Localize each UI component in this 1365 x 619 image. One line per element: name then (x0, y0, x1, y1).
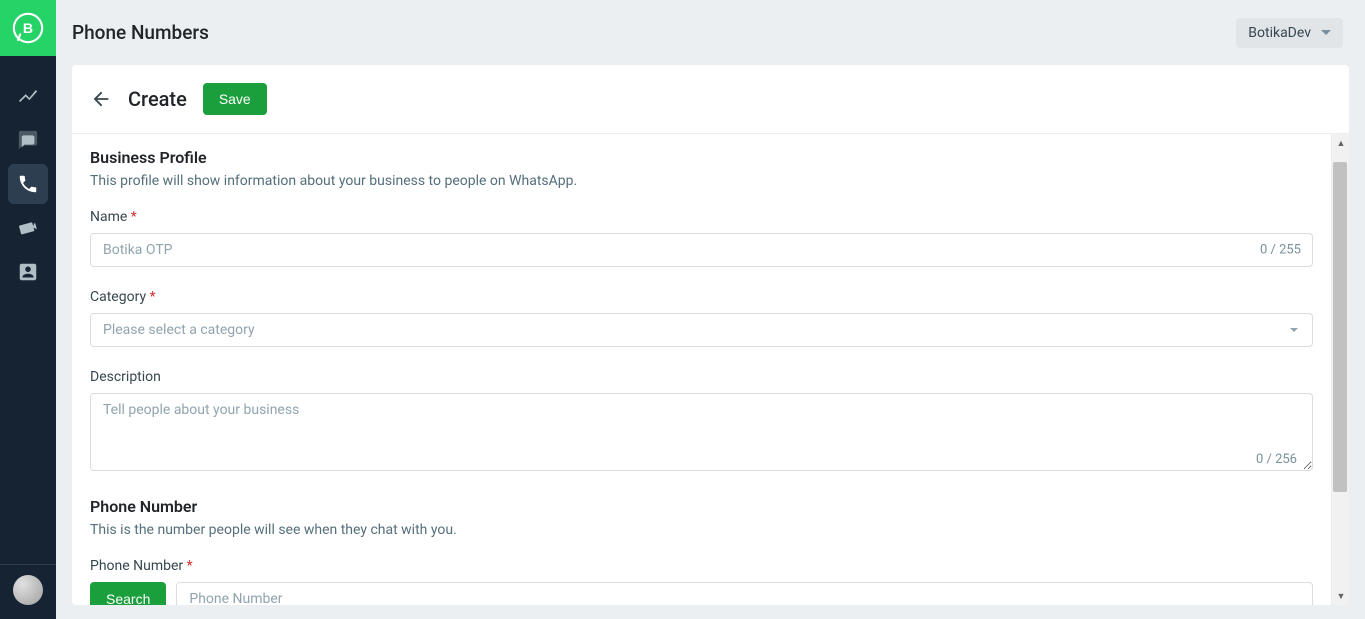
page-title: Phone Numbers (72, 21, 209, 44)
save-button[interactable]: Save (203, 83, 267, 115)
page-header: Phone Numbers BotikaDev (56, 0, 1365, 65)
sidebar-item-contacts[interactable] (8, 252, 48, 292)
description-label: Description (90, 369, 1313, 385)
sidebar-item-phone-numbers[interactable] (8, 164, 48, 204)
sidebar-nav (0, 76, 56, 292)
back-button[interactable] (90, 88, 112, 110)
scrollbar-thumb[interactable] (1333, 162, 1347, 492)
description-char-count: 0 / 256 (1256, 452, 1297, 467)
required-marker: * (187, 558, 193, 574)
section-subtitle-business-profile: This profile will show information about… (90, 173, 1313, 189)
avatar[interactable] (13, 575, 43, 605)
description-input-wrap: 0 / 256 (90, 393, 1313, 475)
card-title: Create (128, 87, 187, 111)
sidebar-footer (0, 564, 56, 619)
name-input[interactable] (90, 233, 1313, 267)
contact-book-icon (17, 261, 39, 283)
form-group-category: Category * Please select a category (90, 289, 1313, 347)
whatsapp-b-icon: B (11, 11, 45, 45)
sidebar: B (0, 0, 56, 619)
content-card: Create Save Business Profile This profil… (72, 65, 1349, 605)
phone-label-text: Phone Number (90, 558, 183, 574)
sidebar-item-analytics[interactable] (8, 76, 48, 116)
user-menu[interactable]: BotikaDev (1236, 18, 1343, 48)
svg-text:B: B (23, 21, 33, 37)
form-group-name: Name * 0 / 255 (90, 209, 1313, 267)
arrow-left-icon (90, 88, 112, 110)
name-char-count: 0 / 255 (1260, 243, 1301, 258)
required-marker: * (131, 209, 137, 225)
whatsapp-business-logo: B (0, 0, 56, 56)
scrollbar[interactable]: ▲ ▼ (1331, 134, 1349, 605)
phone-row: Search (90, 582, 1313, 605)
card-header: Create Save (72, 65, 1349, 134)
category-select[interactable]: Please select a category (90, 313, 1313, 347)
phone-icon (17, 173, 39, 195)
sidebar-item-campaigns[interactable] (8, 208, 48, 248)
phone-label: Phone Number * (90, 558, 1313, 574)
section-title-phone-number: Phone Number (90, 497, 1313, 516)
section-subtitle-phone-number: This is the number people will see when … (90, 522, 1313, 538)
name-label: Name * (90, 209, 1313, 225)
sidebar-item-chat[interactable] (8, 120, 48, 160)
chat-icon (17, 129, 39, 151)
form-group-description: Description 0 / 256 (90, 369, 1313, 475)
category-placeholder: Please select a category (103, 322, 255, 338)
phone-input[interactable] (176, 582, 1313, 605)
chevron-down-icon (1288, 324, 1300, 336)
caret-down-icon (1321, 28, 1331, 38)
form-group-phone: Phone Number * Search (90, 558, 1313, 605)
megaphone-icon (17, 217, 39, 239)
name-label-text: Name (90, 209, 127, 225)
form-body-wrapper: Business Profile This profile will show … (72, 134, 1349, 605)
description-textarea[interactable] (90, 393, 1313, 471)
section-title-business-profile: Business Profile (90, 148, 1313, 167)
required-marker: * (150, 289, 156, 305)
name-input-wrap: 0 / 255 (90, 233, 1313, 267)
analytics-icon (17, 85, 39, 107)
category-label-text: Category (90, 289, 146, 305)
category-label: Category * (90, 289, 1313, 305)
user-name: BotikaDev (1248, 25, 1311, 41)
search-button[interactable]: Search (90, 582, 166, 605)
scrollbar-down-icon[interactable]: ▼ (1332, 587, 1349, 605)
form-body: Business Profile This profile will show … (72, 134, 1331, 605)
scrollbar-up-icon[interactable]: ▲ (1332, 134, 1349, 152)
